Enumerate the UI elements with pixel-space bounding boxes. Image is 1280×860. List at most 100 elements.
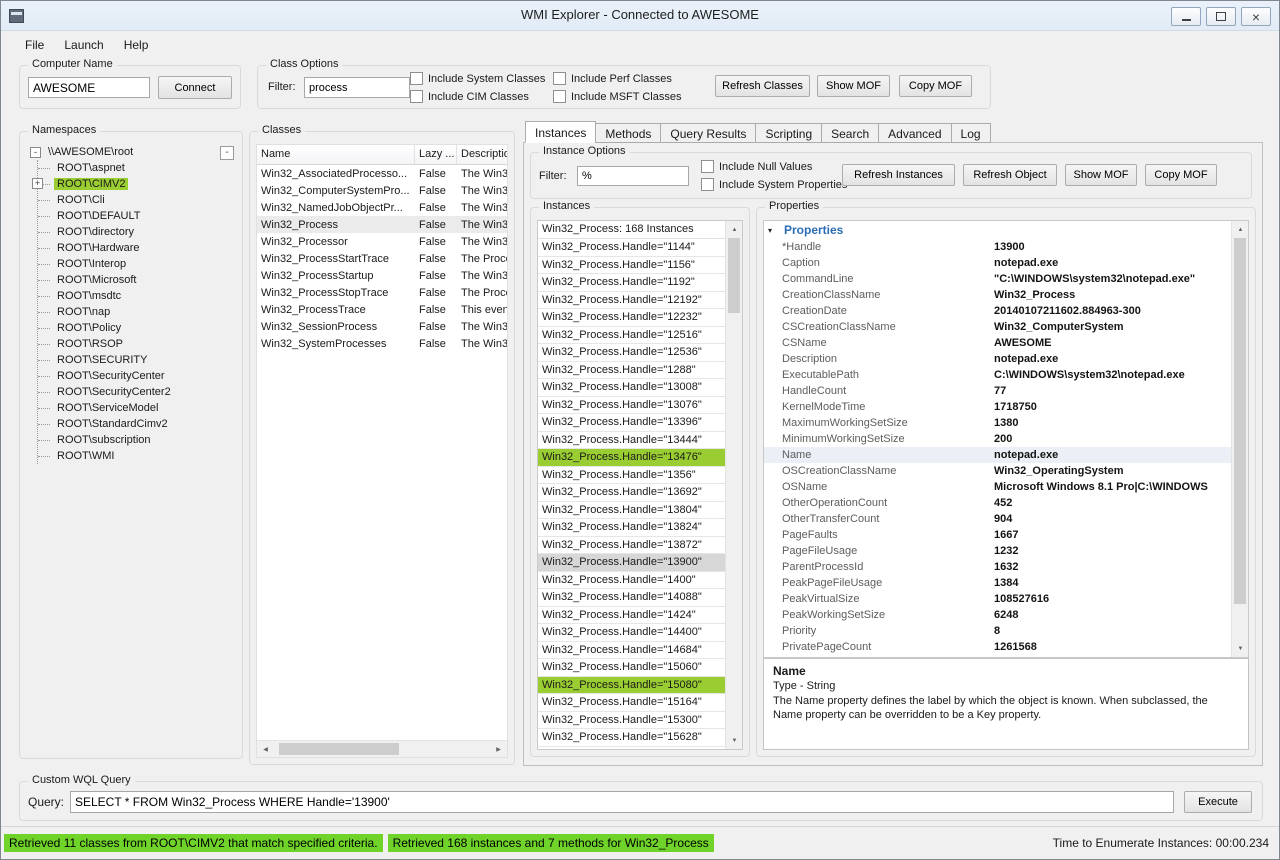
refresh-instances-button[interactable]: Refresh Instances xyxy=(842,164,955,186)
scrollbar-thumb[interactable] xyxy=(728,238,740,313)
class-row[interactable]: Win32_ProcessStartup False The Win3 xyxy=(257,267,507,284)
instance-item[interactable]: Win32_Process.Handle="13076" xyxy=(538,397,725,414)
property-row[interactable]: CommandLine "C:\WINDOWS\system32\notepad… xyxy=(764,271,1231,287)
namespace-item[interactable]: ROOT\DEFAULT xyxy=(38,208,236,224)
property-row[interactable]: ParentProcessId 1632 xyxy=(764,559,1231,575)
instance-item[interactable]: Win32_Process.Handle="1356" xyxy=(538,467,725,484)
include-system-properties-checkbox[interactable]: Include System Properties xyxy=(701,178,847,191)
menu-launch[interactable]: Launch xyxy=(54,34,113,56)
property-row[interactable]: CSCreationClassName Win32_ComputerSystem xyxy=(764,319,1231,335)
instance-item[interactable]: Win32_Process.Handle="1400" xyxy=(538,572,725,589)
class-row[interactable]: Win32_NamedJobObjectPr... False The Win3 xyxy=(257,199,507,216)
instance-item[interactable]: Win32_Process.Handle="13824" xyxy=(538,519,725,537)
property-row[interactable]: PageFileUsage 1232 xyxy=(764,543,1231,559)
instance-item[interactable]: Win32_Process.Handle="12516" xyxy=(538,327,725,344)
namespace-root-item[interactable]: - \\AWESOME\root xyxy=(30,144,236,160)
class-row[interactable]: Win32_Processor False The Win3 xyxy=(257,233,507,250)
class-row[interactable]: Win32_ProcessTrace False This even xyxy=(257,301,507,318)
scroll-up-icon[interactable]: ▲ xyxy=(1232,221,1248,238)
scroll-down-icon[interactable]: ▼ xyxy=(1232,640,1248,657)
class-row[interactable]: Win32_AssociatedProcesso... False The Wi… xyxy=(257,165,507,182)
instance-item[interactable]: Win32_Process.Handle="12192" xyxy=(538,292,725,309)
column-header-lazy[interactable]: Lazy ... xyxy=(415,145,457,164)
instance-item[interactable]: Win32_Process.Handle="13804" xyxy=(538,502,725,519)
tab-log[interactable]: Log xyxy=(950,123,991,143)
menu-file[interactable]: File xyxy=(15,34,54,56)
property-row[interactable]: CreationClassName Win32_Process xyxy=(764,287,1231,303)
instance-item[interactable]: Win32_Process.Handle="12536" xyxy=(538,344,725,362)
scroll-down-icon[interactable]: ▼ xyxy=(726,732,742,749)
property-row[interactable]: PageFaults 1667 xyxy=(764,527,1231,543)
maximize-button[interactable] xyxy=(1206,7,1236,26)
expand-icon[interactable]: + xyxy=(32,178,43,189)
property-row[interactable]: MinimumWorkingSetSize 200 xyxy=(764,431,1231,447)
property-row[interactable]: Caption notepad.exe xyxy=(764,255,1231,271)
property-row[interactable]: OtherOperationCount 452 xyxy=(764,495,1231,511)
wql-query-input[interactable] xyxy=(70,791,1174,813)
instance-item[interactable]: Win32_Process.Handle="15080" xyxy=(538,676,725,694)
property-row[interactable]: *Handle 13900 xyxy=(764,239,1231,255)
property-row[interactable]: Priority 8 xyxy=(764,623,1231,639)
scrollbar-thumb[interactable] xyxy=(279,743,399,755)
include-msft-classes-checkbox[interactable]: Include MSFT Classes xyxy=(553,90,681,103)
instance-item[interactable]: Win32_Process.Handle="1144" xyxy=(538,239,725,257)
property-row[interactable]: PrivatePageCount 1261568 xyxy=(764,639,1231,655)
class-row[interactable]: Win32_ProcessStopTrace False The Proce xyxy=(257,284,507,301)
class-row[interactable]: Win32_Process False The Win3 xyxy=(257,216,507,233)
include-system-classes-checkbox[interactable]: Include System Classes xyxy=(410,72,545,85)
instance-filter-input[interactable] xyxy=(577,166,689,186)
instance-item[interactable]: Win32_Process.Handle="1156" xyxy=(538,257,725,274)
tab-instances[interactable]: Instances xyxy=(525,121,597,143)
namespace-item[interactable]: ROOT\msdtc xyxy=(38,288,236,304)
namespace-item[interactable]: ROOT\WMI xyxy=(38,448,236,464)
include-cim-classes-checkbox[interactable]: Include CIM Classes xyxy=(410,90,529,103)
tab-scripting[interactable]: Scripting xyxy=(755,123,823,143)
instance-item[interactable]: Win32_Process.Handle="14400" xyxy=(538,624,725,642)
scroll-right-icon[interactable]: ▶ xyxy=(490,741,507,757)
class-row[interactable]: Win32_ComputerSystemPro... False The Win… xyxy=(257,182,507,199)
namespace-item[interactable]: ROOT\ServiceModel xyxy=(38,400,236,416)
tab-advanced[interactable]: Advanced xyxy=(878,123,952,143)
copy-mof-button[interactable]: Copy MOF xyxy=(899,75,972,97)
property-row[interactable]: MaximumWorkingSetSize 1380 xyxy=(764,415,1231,431)
column-header-description[interactable]: Descriptio xyxy=(457,145,507,164)
instance-item[interactable]: Win32_Process.Handle="13444" xyxy=(538,432,725,449)
scroll-up-icon[interactable]: ▲ xyxy=(726,221,742,238)
namespace-item[interactable]: ROOT\SecurityCenter xyxy=(38,368,236,384)
instance-item[interactable]: Win32_Process.Handle="13692" xyxy=(538,484,725,502)
namespace-item[interactable]: ROOT\SECURITY xyxy=(38,352,236,368)
instance-item[interactable]: Win32_Process.Handle="13008" xyxy=(538,379,725,397)
close-button[interactable]: × xyxy=(1241,7,1271,26)
instance-item[interactable]: Win32_Process.Handle="1288" xyxy=(538,362,725,379)
class-row[interactable]: Win32_ProcessStartTrace False The Proce xyxy=(257,250,507,267)
property-row[interactable]: CreationDate 20140107211602.884963-300 xyxy=(764,303,1231,319)
class-row[interactable]: Win32_SystemProcesses False The Win3 xyxy=(257,335,507,352)
instance-item[interactable]: Win32_Process.Handle="15628" xyxy=(538,729,725,747)
instance-item[interactable]: Win32_Process.Handle="14088" xyxy=(538,589,725,607)
instance-item[interactable]: Win32_Process.Handle="12232" xyxy=(538,309,725,327)
namespace-item[interactable]: ROOT\subscription xyxy=(38,432,236,448)
instance-item[interactable]: Win32_Process.Handle="14684" xyxy=(538,642,725,659)
namespace-item[interactable]: ROOT\Microsoft xyxy=(38,272,236,288)
instance-item[interactable]: Win32_Process.Handle="13476" xyxy=(538,449,725,467)
instance-item[interactable]: Win32_Process.Handle="13872" xyxy=(538,537,725,554)
property-row[interactable]: Description notepad.exe xyxy=(764,351,1231,367)
computer-name-input[interactable] xyxy=(28,77,150,98)
collapse-expander-icon[interactable]: - xyxy=(30,146,41,158)
scrollbar-thumb[interactable] xyxy=(1234,238,1246,604)
namespace-item[interactable]: ROOT\directory xyxy=(38,224,236,240)
show-mof-button[interactable]: Show MOF xyxy=(817,75,890,97)
property-row[interactable]: PeakVirtualSize 108527616 xyxy=(764,591,1231,607)
property-row[interactable]: KernelModeTime 1718750 xyxy=(764,399,1231,415)
minimize-button[interactable] xyxy=(1171,7,1201,26)
execute-button[interactable]: Execute xyxy=(1184,791,1252,813)
column-header-name[interactable]: Name xyxy=(257,145,415,164)
namespace-item[interactable]: + ROOT\CIMV2 xyxy=(32,176,236,192)
namespace-item[interactable]: ROOT\Policy xyxy=(38,320,236,336)
tab-search[interactable]: Search xyxy=(821,123,880,143)
class-row[interactable]: Win32_SessionProcess False The Win3 xyxy=(257,318,507,335)
instance-item[interactable]: Win32_Process.Handle="1424" xyxy=(538,607,725,624)
namespace-item[interactable]: ROOT\StandardCimv2 xyxy=(38,416,236,432)
property-row[interactable]: PeakPageFileUsage 1384 xyxy=(764,575,1231,591)
refresh-classes-button[interactable]: Refresh Classes xyxy=(715,75,810,97)
